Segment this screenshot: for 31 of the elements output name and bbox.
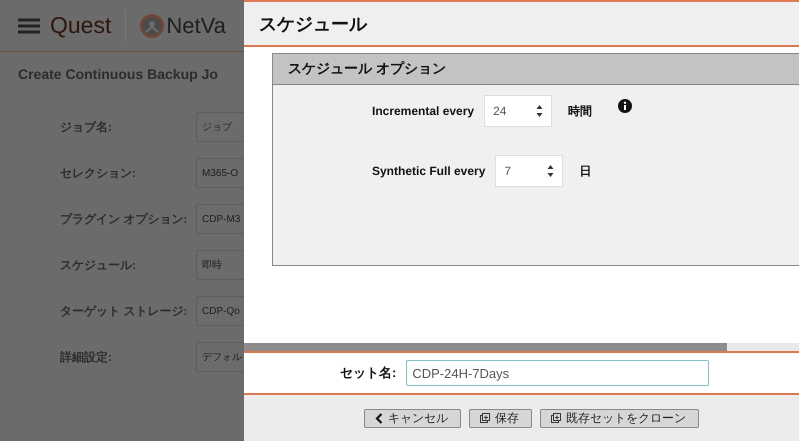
- action-button[interactable]: 保存: [469, 408, 532, 428]
- option-label: Synthetic Full every: [372, 164, 486, 178]
- set-name-label: セット名:: [340, 364, 396, 382]
- spinner-icon[interactable]: [536, 104, 544, 118]
- info-icon[interactable]: [618, 99, 632, 113]
- number-input[interactable]: 24: [484, 95, 552, 127]
- action-button[interactable]: キャンセル: [364, 408, 461, 428]
- spinner-icon[interactable]: [547, 164, 554, 178]
- action-button[interactable]: 既存セットをクローン: [540, 408, 699, 428]
- field-label: スケジュール:: [60, 256, 137, 274]
- panel-header: スケジュール オプション: [273, 54, 799, 85]
- unit-label: 日: [579, 162, 592, 180]
- field-label: セレクション:: [60, 164, 137, 182]
- field-label: プラグイン オプション:: [60, 210, 188, 228]
- field-label: ジョブ名:: [60, 118, 113, 136]
- set-name-field[interactable]: CDP-24H-7Days: [406, 360, 710, 386]
- copy-icon: [551, 413, 561, 423]
- logo-icon: [140, 14, 164, 38]
- chevron-left-icon: [375, 412, 383, 424]
- unit-label: 時間: [568, 102, 592, 120]
- menu-icon[interactable]: [18, 18, 40, 34]
- page-title: Create Continuous Backup Jo: [17, 65, 219, 82]
- product-name: NetVa: [166, 12, 226, 38]
- copy-icon: [480, 413, 490, 423]
- field-label: 詳細設定:: [60, 348, 113, 366]
- number-input[interactable]: 7: [495, 155, 564, 187]
- dialog-title: スケジュール: [259, 12, 367, 36]
- option-label: Incremental every: [372, 104, 474, 118]
- scrollbar[interactable]: [244, 343, 799, 351]
- logo-text: Quest: [50, 12, 112, 39]
- field-label: ターゲット ストレージ:: [60, 302, 188, 320]
